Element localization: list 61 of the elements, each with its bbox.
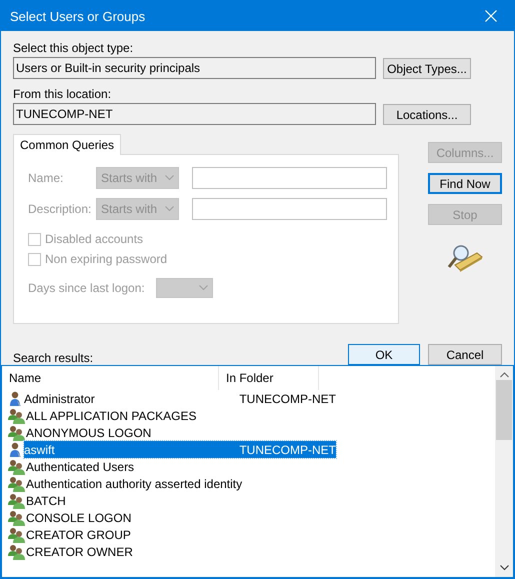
name-cell: Administrator (24, 392, 95, 406)
name-cell: ANONYMOUS LOGON (26, 426, 152, 440)
checkbox-label: Disabled accounts (45, 232, 144, 246)
chevron-down-icon (165, 175, 174, 181)
folder-cell-text: TUNECOMP-NET (238, 442, 336, 456)
results-label: Search results: (13, 351, 94, 365)
result-row[interactable]: Administrator TUNECOMP-NET (24, 390, 336, 407)
chevron-down-icon (198, 285, 208, 291)
name-label: Name: (28, 171, 64, 185)
group-icon (8, 458, 26, 474)
search-directory-icon (447, 243, 483, 273)
user-icon (8, 442, 24, 458)
result-row[interactable]: CONSOLE LOGON (26, 509, 338, 526)
checkbox-label: Non expiring password (45, 252, 168, 266)
name-cell: CONSOLE LOGON (26, 510, 132, 524)
field-label: Select this object type: (13, 41, 134, 55)
name-cell: Authentication authority asserted identity (26, 476, 242, 490)
group-icon (8, 510, 26, 526)
name-cell: ALL APPLICATION PACKAGES (26, 408, 197, 422)
group-icon (8, 424, 26, 440)
locations-button[interactable]: Locations... (383, 104, 471, 125)
result-row[interactable]: CREATOR GROUP (26, 526, 338, 543)
folder-cell-text: TUNECOMP-NET (238, 392, 336, 406)
result-row[interactable]: Authenticated Users (26, 458, 338, 475)
result-row[interactable]: ANONYMOUS LOGON (26, 424, 338, 441)
location-field: TUNECOMP-NET (13, 103, 376, 125)
column-header[interactable]: Name (2, 366, 219, 390)
days-label: Days since last logon: (28, 281, 145, 295)
description-label: Description: (28, 202, 92, 216)
close-icon (485, 10, 497, 22)
result-row[interactable]: BATCH (26, 492, 338, 509)
scroll-thumb[interactable] (496, 380, 512, 440)
query-button[interactable]: Find Now (428, 173, 502, 194)
chevron-down-icon (165, 206, 174, 212)
tab[interactable]: Common Queries (13, 134, 122, 155)
group-icon (8, 476, 26, 492)
group-icon (8, 526, 26, 542)
name-cell: CREATOR GROUP (26, 528, 131, 542)
object-type-field: Users or Built-in security principals (13, 57, 376, 79)
field-label: From this location: (13, 87, 112, 101)
scroll-down-icon (500, 565, 508, 571)
result-row[interactable]: aswift TUNECOMP-NET (24, 441, 336, 458)
column-header[interactable]: In Folder (219, 366, 319, 390)
result-row[interactable]: Authentication authority asserted identity (26, 475, 338, 492)
window-title: Select Users or Groups (10, 8, 146, 24)
days-dropdown[interactable] (156, 278, 213, 298)
scroll-up-icon (500, 372, 508, 378)
scrollbar[interactable] (495, 366, 513, 577)
dialog-button[interactable]: OK (348, 344, 420, 365)
name-cell: Authenticated Users (26, 460, 134, 474)
group-icon (8, 408, 26, 424)
dialog-button[interactable]: Cancel (428, 344, 502, 365)
group-icon (8, 544, 26, 560)
name-cell: CREATOR OWNER (26, 544, 133, 558)
result-row[interactable]: CREATOR OWNER (26, 543, 338, 560)
name-cell: aswift (24, 442, 55, 456)
user-icon (8, 390, 24, 406)
name-cell: BATCH (26, 494, 66, 508)
result-row[interactable]: ALL APPLICATION PACKAGES (26, 407, 338, 424)
object-types-button[interactable]: Object Types... (383, 58, 471, 79)
group-icon (8, 492, 26, 508)
